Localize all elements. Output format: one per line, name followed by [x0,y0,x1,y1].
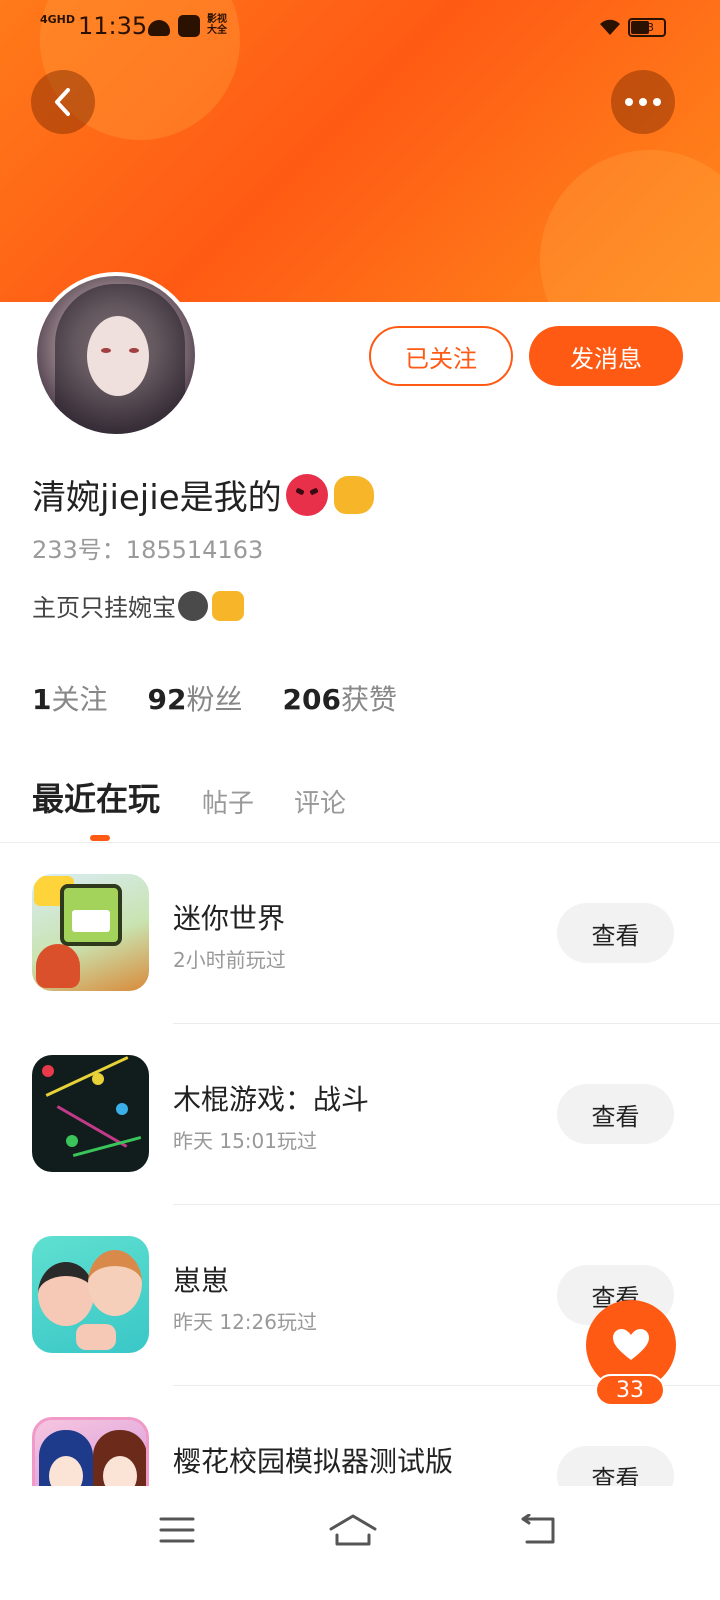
bio: 主页只挂婉宝 [32,588,244,623]
status-time: 11:35 [78,12,148,40]
stat-label: 粉丝 [186,683,243,716]
profile-stats: 1关注 92粉丝 206获赞 [32,678,437,718]
stat-number: 1 [32,683,52,716]
home-icon[interactable] [323,1508,383,1552]
game-name: 樱花校园模拟器测试版 [173,1445,454,1478]
followed-button[interactable]: 已关注 [369,326,513,386]
back-button[interactable] [31,70,95,134]
status-bar: 4GHD 11:35 影视大全 43 [0,0,720,54]
battery-level: 43 [640,21,654,34]
angry-face-emoji-icon [285,473,328,516]
heart-icon [613,1329,649,1360]
wifi-icon [598,18,622,41]
username-text: 清婉jiejie是我的 [32,478,282,518]
game-name: 木棍游戏：战斗 [173,1083,370,1116]
list-item[interactable]: 迷你世界 2小时前玩过 查看 [0,843,720,1024]
return-icon[interactable] [509,1508,569,1552]
stat-label: 关注 [51,683,108,716]
stat-label: 获赞 [340,683,397,716]
game-icon-mini-world[interactable] [32,874,149,991]
tab-posts[interactable]: 帖子 [202,783,254,820]
game-name: 崽崽 [173,1264,230,1297]
fist-emoji-icon [333,475,374,514]
game-icon-stick-fight[interactable] [32,1055,149,1172]
bio-text: 主页只挂婉宝 [32,594,176,622]
battery-indicator: 43 [628,18,666,37]
view-button[interactable]: 查看 [557,1084,674,1144]
game-last-played: 2小时前玩过 [173,948,286,972]
menu-icon[interactable] [147,1508,207,1552]
username: 清婉jiejie是我的 [32,470,374,519]
shopping-bag-icon [178,15,200,37]
cloud-icon [148,20,170,36]
avatar[interactable] [33,272,199,438]
list-item[interactable]: 木棍游戏：战斗 昨天 15:01玩过 查看 [0,1024,720,1205]
tab-recently-played[interactable]: 最近在玩 [32,774,160,820]
user-id: 233号：185514163 [32,536,264,564]
view-button[interactable]: 查看 [557,903,674,963]
like-count-badge: 33 [595,1374,665,1406]
more-dots-icon [625,98,661,106]
game-last-played: 昨天 15:01玩过 [173,1129,317,1153]
app-notification-label: 影视大全 [207,14,227,36]
network-indicator: 4GHD [40,13,76,26]
stat-likes[interactable]: 206获赞 [282,678,396,718]
back-arrow-icon [55,88,70,116]
stat-following[interactable]: 1关注 [32,678,108,718]
stat-number: 92 [147,683,187,716]
stat-fans[interactable]: 92粉丝 [148,678,243,718]
game-name: 迷你世界 [173,902,286,935]
raised-hands-emoji-icon [212,590,244,621]
send-message-button[interactable]: 发消息 [529,326,683,386]
game-last-played: 昨天 12:26玩过 [173,1310,317,1334]
game-icon-zaizai[interactable] [32,1236,149,1353]
stat-number: 206 [282,683,341,716]
tab-comments[interactable]: 评论 [294,783,346,820]
moon-face-emoji-icon [178,590,208,621]
profile-tabs: 最近在玩 帖子 评论 [32,774,386,820]
active-tab-indicator [90,835,110,841]
more-options-button[interactable] [611,70,675,134]
system-navigation-bar [0,1486,720,1600]
banner-decoration [540,150,720,302]
